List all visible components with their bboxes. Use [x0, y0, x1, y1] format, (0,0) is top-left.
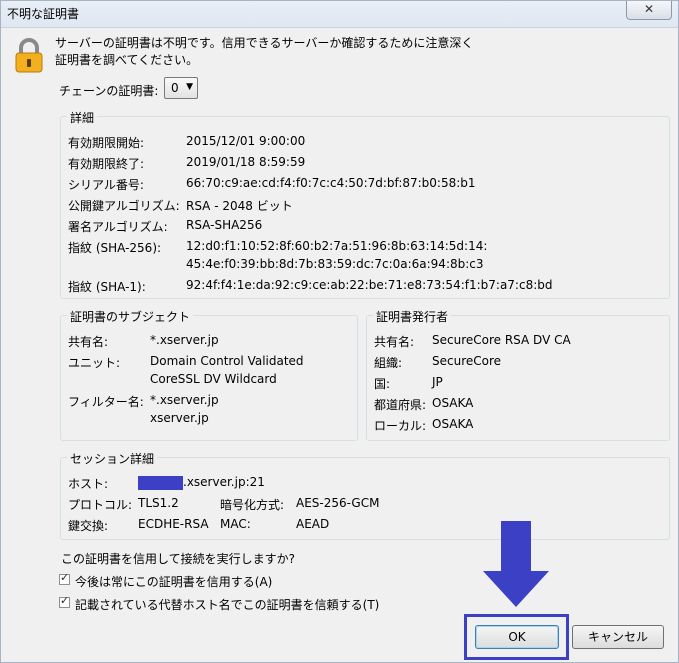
warning-line-1: サーバーの証明書は不明です。信用できるサーバーか確認するために注意深く — [55, 36, 474, 50]
annotation-arrow-icon — [483, 521, 549, 607]
subject-title: 証明書のサブジェクト — [67, 308, 194, 325]
issuer-title: 証明書発行者 — [373, 308, 452, 325]
redacted-host — [138, 475, 183, 490]
host-suffix: .xserver.jp:21 — [183, 475, 265, 489]
ok-button[interactable]: OK — [475, 625, 559, 649]
close-button[interactable]: ✕ — [626, 1, 672, 20]
session-group: セッション詳細 ホスト: .xserver.jp:21 プロトコル: TLS1.… — [60, 450, 670, 540]
certificate-dialog: 不明な証明書 ✕ サーバーの証明書は不明です。信用できるサーバーか確認するために… — [0, 0, 679, 663]
warning-line-2: 証明書を調べてください。 — [55, 53, 199, 67]
details-group: 詳細 有効期限開始: 2015/12/01 9:00:00 有効期限終了: 20… — [60, 109, 670, 299]
cancel-button[interactable]: キャンセル — [572, 625, 664, 649]
session-title: セッション詳細 — [67, 450, 158, 467]
checkbox-box[interactable] — [59, 594, 70, 608]
checkbox-box[interactable] — [59, 571, 70, 585]
trust-question: この証明書を信用して接続を実行しますか? — [61, 552, 296, 566]
title-bar[interactable]: 不明な証明書 ✕ — [1, 1, 678, 28]
window-title: 不明な証明書 — [7, 7, 80, 21]
chain-label: チェーンの証明書: — [59, 84, 159, 98]
issuer-group: 証明書発行者 共有名: SecureCore RSA DV CA 組織: Sec… — [366, 308, 670, 441]
details-title: 詳細 — [67, 109, 98, 126]
chain-select-value: 0 — [171, 81, 179, 95]
chain-select[interactable]: 0 ▼ — [164, 77, 198, 99]
subject-group: 証明書のサブジェクト 共有名: *.xserver.jp ユニット: Domai… — [60, 308, 358, 441]
warning-message: サーバーの証明書は不明です。信用できるサーバーか確認するために注意深く 証明書を… — [55, 35, 473, 69]
checkbox-label[interactable]: 記載されている代替ホスト名でこの証明書を信頼する(T) — [75, 596, 379, 613]
lock-icon — [15, 38, 43, 73]
chevron-down-icon: ▼ — [186, 82, 193, 92]
checkbox-label[interactable]: 今後は常にこの証明書を信用する(A) — [75, 573, 272, 590]
dialog-content: サーバーの証明書は不明です。信用できるサーバーか確認するために注意深く 証明書を… — [9, 28, 670, 658]
